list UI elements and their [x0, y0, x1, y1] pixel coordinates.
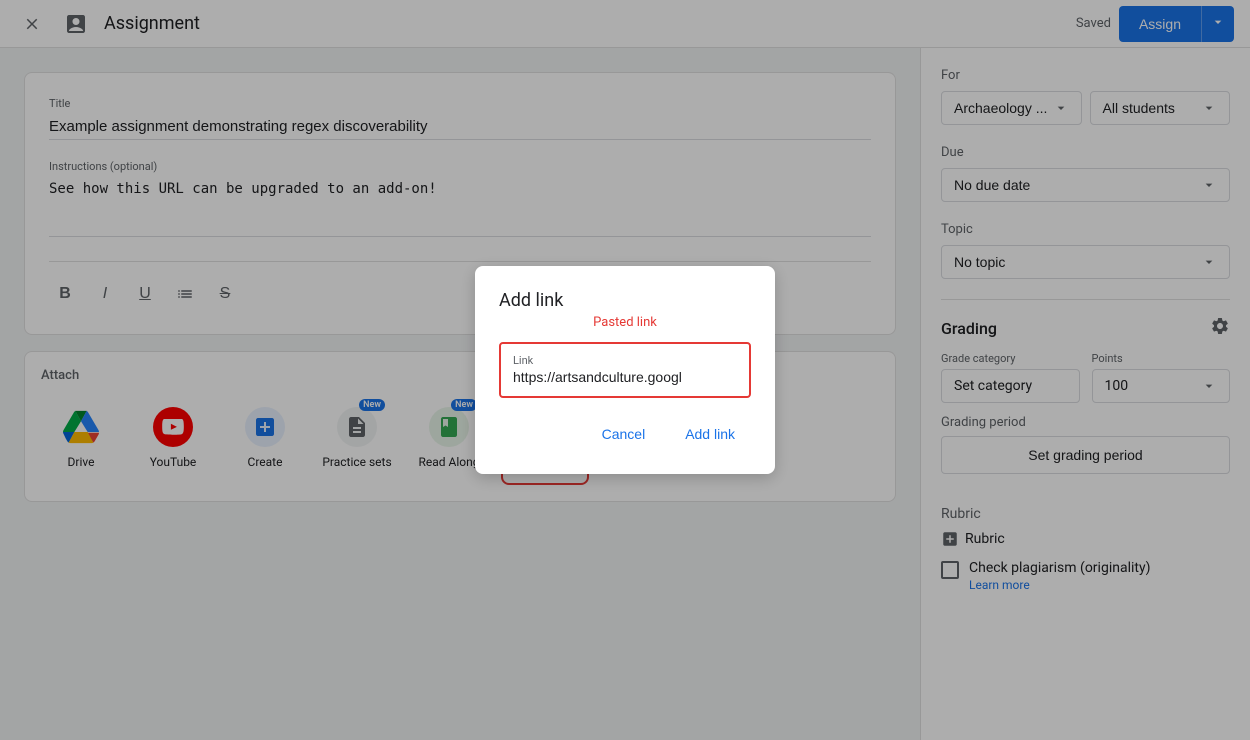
modal-add-link-button[interactable]: Add link — [669, 418, 751, 450]
modal-cancel-button[interactable]: Cancel — [586, 418, 662, 450]
modal-link-label: Link — [513, 354, 737, 367]
modal-actions: Cancel Add link — [499, 418, 751, 450]
modal-pasted-label: Pasted link — [499, 315, 751, 330]
modal-title: Add link — [499, 290, 751, 311]
modal-link-input[interactable] — [513, 369, 737, 385]
add-link-modal: Add link Pasted link Link Cancel Add lin… — [475, 266, 775, 474]
modal-link-field: Link — [499, 342, 751, 398]
modal-overlay: Add link Pasted link Link Cancel Add lin… — [0, 0, 1250, 740]
